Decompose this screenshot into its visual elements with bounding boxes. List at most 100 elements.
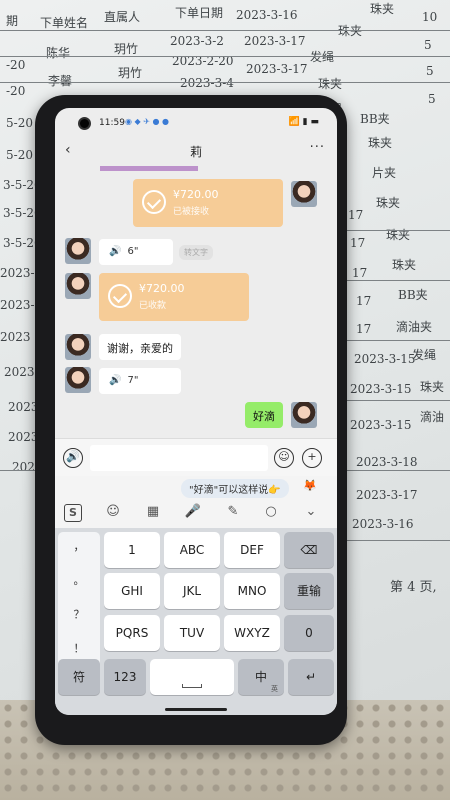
keyboard-layout-icon[interactable]: ▦ xyxy=(143,504,163,519)
sheet-qty: 5 xyxy=(426,64,434,78)
sheet-gridline xyxy=(340,400,450,401)
more-icon[interactable]: ··· xyxy=(310,140,325,155)
sheet-supervisor: 玥竹 xyxy=(118,66,143,80)
voice-input-icon[interactable]: 🔊 xyxy=(63,448,83,468)
sheet-header: 下单姓名 xyxy=(40,16,89,30)
t9-keyboard: ， 。 ？ ！ 1 ABC DEF ⌫ GHI JKL MNO 重输 PQRS … xyxy=(55,528,337,715)
key-jkl[interactable]: JKL xyxy=(164,573,220,609)
fox-icon[interactable]: 🦊 xyxy=(303,479,317,492)
sheet-date: 5-20 xyxy=(6,148,33,162)
sheet-date: 2023-3-15 xyxy=(350,382,412,396)
sheet-date: 2023 xyxy=(0,330,31,344)
sheet-header: 下单日期 xyxy=(175,6,224,20)
sheet-gridline xyxy=(0,56,450,57)
punct-comma[interactable]: ， xyxy=(58,538,100,554)
reset-key[interactable]: 重输 xyxy=(284,573,334,609)
punct-exclaim[interactable]: ！ xyxy=(58,640,100,656)
transfer-amount: ¥720.00 xyxy=(173,188,219,201)
sheet-qty: 5 xyxy=(428,92,436,106)
symbol-key[interactable]: 符 xyxy=(58,659,100,695)
sheet-item: 发绳 xyxy=(412,348,437,362)
status-time: 11:59 xyxy=(99,118,125,128)
contact-avatar[interactable] xyxy=(65,334,91,360)
sheet-gridline xyxy=(340,340,450,341)
contact-avatar[interactable] xyxy=(65,367,91,393)
chat-title: 莉 xyxy=(189,145,202,159)
sogou-logo-icon[interactable]: S xyxy=(64,504,82,522)
space-key[interactable] xyxy=(150,659,234,695)
my-avatar[interactable] xyxy=(291,402,317,428)
voice-message[interactable]: 🔊 7" xyxy=(99,368,181,394)
language-switch-key[interactable]: 中 英 xyxy=(238,659,284,695)
sheet-date: 5-20 xyxy=(6,116,33,130)
sheet-row-num: 17 xyxy=(352,266,368,280)
space-bar-icon xyxy=(182,684,202,688)
key-ghi[interactable]: GHI xyxy=(104,573,160,609)
transfer-card[interactable]: ¥720.00 已收款 xyxy=(99,273,249,321)
key-mno[interactable]: MNO xyxy=(224,573,280,609)
contact-avatar[interactable] xyxy=(65,238,91,264)
microphone-icon[interactable]: 🎤 xyxy=(183,504,203,519)
suggestion-pill[interactable]: "好滴"可以这样说👉 xyxy=(181,479,289,498)
collapse-keyboard-icon[interactable]: ⌄ xyxy=(301,504,321,519)
ime-toolbar: S ☺ ▦ 🎤 ✎ ○ ⌄ xyxy=(55,498,337,528)
phone-screen: 11:59 ◉ ◆ ✈ ● ● 📶 ▮ ▬ ‹ 莉 ··· ¥720.00 已被… xyxy=(55,108,337,715)
sheet-qty: 10 xyxy=(422,10,438,24)
transcribe-button[interactable]: 转文字 xyxy=(179,245,213,260)
language-label: 中 xyxy=(254,670,267,684)
key-def[interactable]: DEF xyxy=(224,532,280,568)
sheet-date: 2023 xyxy=(8,400,39,414)
key-wxyz[interactable]: WXYZ xyxy=(224,615,280,651)
key-tuv[interactable]: TUV xyxy=(164,615,220,651)
text-message[interactable]: 谢谢，亲爱的 xyxy=(99,334,181,360)
sheet-item: 珠夹 xyxy=(368,136,393,150)
key-0[interactable]: 0 xyxy=(284,615,334,651)
enter-key[interactable]: ↵ xyxy=(288,659,334,695)
backspace-key[interactable]: ⌫ xyxy=(284,532,334,568)
punctuation-column[interactable]: ， 。 ？ ！ xyxy=(58,532,100,674)
sheet-header: 期 xyxy=(6,14,19,28)
plus-icon[interactable]: + xyxy=(302,448,322,468)
my-avatar[interactable] xyxy=(291,181,317,207)
transfer-status: 已收款 xyxy=(139,301,167,311)
check-circle-icon xyxy=(108,284,132,308)
sheet-date: 2023-3-17 xyxy=(246,62,308,76)
sheet-item: 滴油夹 xyxy=(396,320,433,334)
voice-duration: 7" xyxy=(127,375,139,386)
voice-wave-icon: 🔊 xyxy=(109,246,122,257)
sheet-gridline xyxy=(340,280,450,281)
sheet-gridline xyxy=(0,82,450,83)
sheet-date: 2023 xyxy=(4,365,35,379)
punct-period[interactable]: 。 xyxy=(58,572,100,588)
contact-avatar[interactable] xyxy=(65,273,91,299)
transfer-amount: ¥720.00 xyxy=(139,282,185,295)
sheet-gridline xyxy=(0,470,40,471)
emoji-icon[interactable]: ☺ xyxy=(274,448,294,468)
sheet-date: 2023-3-16 xyxy=(352,517,414,531)
emoji-panel-icon[interactable]: ☺ xyxy=(103,504,123,519)
key-1[interactable]: 1 xyxy=(104,532,160,568)
sheet-row-num: 17 xyxy=(356,322,372,336)
search-icon[interactable]: ○ xyxy=(261,504,281,519)
chat-header: ‹ 莉 ··· xyxy=(55,138,337,166)
transfer-card[interactable]: ¥720.00 已被接收 xyxy=(133,179,283,227)
sheet-row-num: 17 xyxy=(356,294,372,308)
message-input[interactable] xyxy=(90,445,268,471)
sheet-name: 李馨 xyxy=(48,74,73,88)
sheet-date: 2023-3-16 xyxy=(236,8,298,22)
sheet-qty: 5 xyxy=(424,38,432,52)
sheet-item: 珠夹 xyxy=(318,77,343,91)
key-pqrs[interactable]: PQRS xyxy=(104,615,160,651)
punct-question[interactable]: ？ xyxy=(58,606,100,622)
sheet-item: 滴油 xyxy=(420,410,445,424)
key-abc[interactable]: ABC xyxy=(164,532,220,568)
handwriting-icon[interactable]: ✎ xyxy=(223,504,243,519)
sheet-item: 珠夹 xyxy=(376,196,401,210)
sheet-row-num: 17 xyxy=(348,208,364,222)
number-key[interactable]: 123 xyxy=(104,659,146,695)
my-text-message[interactable]: 好滴 xyxy=(245,402,283,428)
sheet-date: 2023-3-17 xyxy=(244,34,306,48)
home-indicator xyxy=(165,708,227,711)
voice-message[interactable]: 🔊 6" xyxy=(99,239,173,265)
sheet-item: 片夹 xyxy=(372,166,397,180)
